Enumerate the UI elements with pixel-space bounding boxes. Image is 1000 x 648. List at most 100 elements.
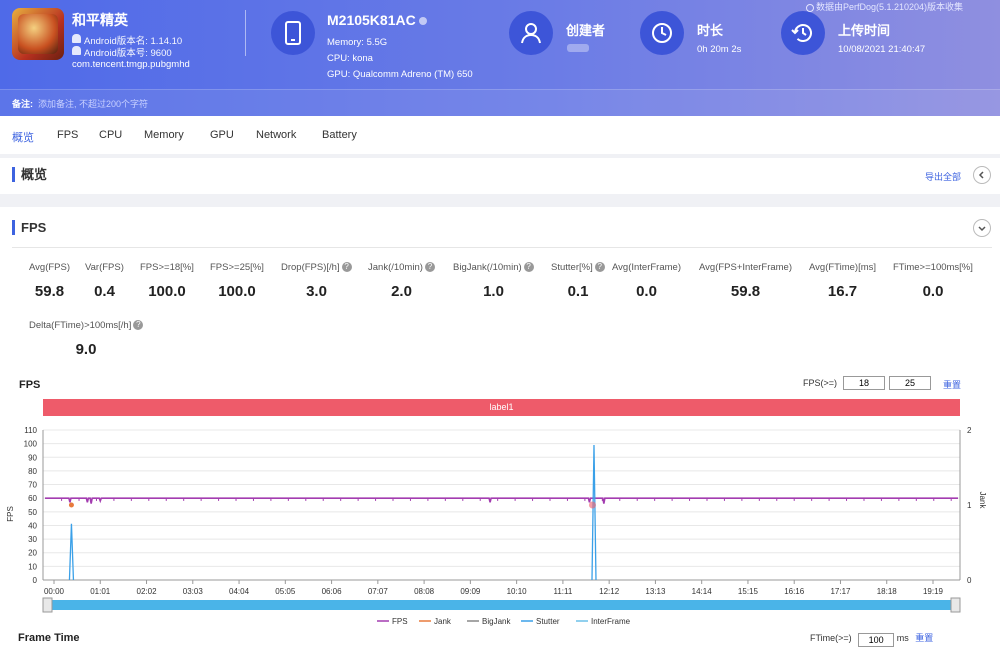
scroll-handle-right[interactable] [950,597,961,613]
chevron-down-icon [978,226,986,232]
tab-memory[interactable]: Memory [144,129,184,141]
device-memory: Memory: 5.5G [327,37,388,48]
stutter-spike [591,444,597,581]
stat-label: Avg(FPS+InterFrame) [699,262,793,273]
frame-time-threshold-input[interactable] [858,633,895,647]
reset-button[interactable]: 重置 [943,378,961,391]
upload-time-value: 10/08/2021 21:40:47 [838,44,926,55]
x-tick-label: 02:02 [137,587,158,596]
device-gpu: GPU: Qualcomm Adreno (TM) 650 [327,69,473,80]
device-cpu: CPU: kona [327,53,373,64]
label-marker-bar[interactable]: label1 [43,399,960,416]
fps-threshold-2-input[interactable] [889,376,931,390]
stat-label: Avg(InterFrame) [612,262,681,273]
x-tick-label: 16:16 [784,587,805,596]
stat-label: FPS>=25[%] [210,262,264,273]
tab-cpu[interactable]: CPU [99,129,122,141]
stat-label: Stutter[%]? [551,262,605,273]
x-tick-label: 04:04 [229,587,250,596]
legend-item: FPS [392,617,408,626]
tab-network[interactable]: Network [256,129,296,141]
collapse-left-button[interactable] [973,166,991,184]
duration-label: 时长 [697,23,724,38]
overview-title: 概览 [12,167,47,182]
stat-label: FTime>=100ms[%] [893,262,973,273]
fps-chart: 0 10 20 30 40 50 60 70 80 90 100 110 0 1 2 00:00 01:01… [6,426,987,626]
note-row[interactable]: 备注: 添加备注, 不超过200个字符 [0,89,1000,116]
help-icon[interactable]: ? [341,262,352,273]
chevron-left-icon [978,171,984,179]
overview-panel [0,158,1000,194]
frame-time-reset-button[interactable]: 重置 [915,633,933,643]
fps-section-title: FPS [12,220,46,235]
export-all-link[interactable]: 导出全部 [925,170,961,183]
legend-item: Stutter [536,617,560,626]
legend-item: InterFrame [591,617,631,626]
stat-value: 59.8 [730,283,761,300]
x-tick-label: 12:12 [599,587,620,596]
x-tick-label: 01:01 [90,587,111,596]
stat-label: Jank(/10min)? [368,262,435,273]
frame-time-title: Frame Time [18,632,80,644]
x-tick-label: 18:18 [877,587,898,596]
creator-value-redacted [567,44,589,52]
tab-gpu[interactable]: GPU [210,129,234,141]
package-name: com.tencent.tmgp.pubgmhd [72,59,190,70]
fps-chart-title: FPS [19,379,41,391]
y-tick-label: 10 [28,562,37,571]
y-tick-label: 110 [24,426,37,435]
stat-label: FPS>=18[%] [140,262,194,273]
scroll-handle-left[interactable] [42,597,53,613]
y-tick-label: 80 [28,467,37,476]
y2-axis-label: Jank [978,492,987,510]
x-tick-label: 17:17 [830,587,851,596]
divider [245,10,246,56]
report-header: 和平精英 Android版本名: 1.14.10 Android版本号: 960… [0,0,1000,116]
stat-label: Avg(FTime)[ms] [809,262,877,273]
frame-time-threshold: FTime(>=) ms 重置 [810,631,933,647]
timeline-scrollbar[interactable] [43,600,960,610]
frame-time-threshold-label: FTime(>=) [810,633,852,643]
y-tick-label: 50 [28,508,37,517]
collapse-down-button[interactable] [973,219,991,237]
tab-overview[interactable]: 概览 [12,129,34,145]
phone-icon [271,11,315,55]
stat-label: Avg(FPS) [29,262,71,273]
jank-point [68,502,74,508]
tab-fps[interactable]: FPS [57,129,78,141]
note-input[interactable]: 添加备注, 不超过200个字符 [38,97,148,110]
y-tick-label: 60 [28,494,37,503]
y-tick-label: 40 [28,521,37,530]
history-icon [781,11,825,55]
y-tick-label: 70 [28,481,37,490]
stat-value: 0.0 [636,283,657,300]
x-tick-label: 08:08 [414,587,435,596]
help-icon[interactable]: ? [523,262,534,273]
x-tick-label: 00:00 [44,587,65,596]
y-tick-label: 0 [33,576,38,585]
stat-value: 0.0 [922,283,944,300]
source-note: 数据由PerfDog(5.1.210204)版本收集 [806,0,963,13]
help-icon[interactable]: ? [133,320,144,331]
x-tick-label: 11:11 [553,587,572,596]
legend-item: BigJank [482,617,511,626]
x-tick-label: 19:19 [923,587,944,596]
stat-label: BigJank(/10min)? [453,262,534,273]
fps-series-line [45,497,958,504]
stat-value: 100.0 [148,283,186,300]
stat-value: 1.0 [483,283,504,300]
info-icon[interactable] [418,17,427,26]
stat-value: 16.7 [827,283,858,300]
note-label: 备注: [12,99,33,109]
fps-threshold-1-input[interactable] [843,376,885,390]
help-icon[interactable]: ? [424,262,435,273]
tab-battery[interactable]: Battery [322,129,357,141]
app-name: 和平精英 [72,12,128,28]
help-icon[interactable]: ? [594,262,605,273]
x-tick-label: 13:13 [645,587,666,596]
stutter-spike [68,523,75,581]
x-tick-label: 09:09 [460,587,481,596]
creator-label: 创建者 [566,23,606,38]
frame-time-unit: ms [896,633,909,643]
stat-value: 100.0 [218,283,256,300]
